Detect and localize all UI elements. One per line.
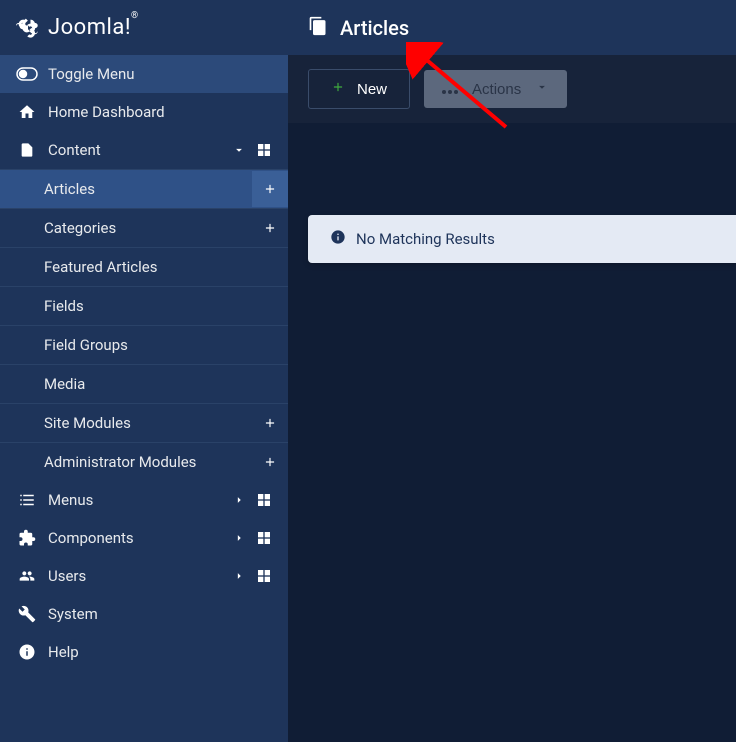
components-label: Components: [48, 529, 232, 547]
sidebar-item-users[interactable]: Users: [0, 557, 288, 595]
chevron-right-icon: [232, 531, 246, 545]
sidebar-item-categories[interactable]: Categories: [0, 208, 288, 247]
users-icon: [16, 568, 38, 584]
users-label: Users: [48, 567, 232, 585]
sidebar-item-field-groups[interactable]: Field Groups: [0, 325, 288, 364]
sidebar-item-menus[interactable]: Menus: [0, 481, 288, 519]
content-label: Content: [48, 141, 232, 159]
sidebar-item-content[interactable]: Content: [0, 131, 288, 169]
home-icon: [16, 103, 38, 121]
content-submenu: Articles Categories Featured Articles Fi…: [0, 169, 288, 481]
logo-text: Joomla!®: [48, 15, 139, 40]
grid-icon[interactable]: [256, 530, 272, 546]
plus-icon: [331, 80, 345, 98]
alert-text: No Matching Results: [356, 230, 495, 248]
main-content: Articles New Actions: [288, 0, 736, 742]
sidebar: Joomla!® Toggle Menu Home Dashboard Cont…: [0, 0, 288, 742]
sidebar-item-site-modules[interactable]: Site Modules: [0, 403, 288, 442]
ellipsis-icon: [442, 81, 458, 98]
chevron-right-icon: [232, 569, 246, 583]
no-results-alert: No Matching Results: [308, 215, 736, 263]
toggle-menu-label: Toggle Menu: [48, 65, 272, 83]
chevron-down-icon: [232, 143, 246, 157]
home-label: Home Dashboard: [48, 103, 272, 121]
toggle-icon: [16, 67, 38, 81]
page-title: Articles: [340, 16, 409, 40]
sidebar-item-featured-articles[interactable]: Featured Articles: [0, 247, 288, 286]
toolbar: New Actions: [288, 55, 736, 123]
grid-icon[interactable]: [256, 568, 272, 584]
info-icon: [16, 643, 38, 661]
sidebar-item-components[interactable]: Components: [0, 519, 288, 557]
sidebar-item-media[interactable]: Media: [0, 364, 288, 403]
sidebar-item-articles[interactable]: Articles: [0, 169, 288, 208]
help-label: Help: [48, 643, 272, 661]
plus-icon[interactable]: [252, 405, 288, 441]
logo[interactable]: Joomla!®: [0, 0, 288, 55]
articles-icon: [308, 15, 328, 41]
info-icon: [330, 229, 346, 249]
menus-label: Menus: [48, 491, 232, 509]
actions-button[interactable]: Actions: [424, 70, 567, 108]
file-icon: [16, 141, 38, 159]
chevron-down-icon: [535, 80, 549, 98]
system-label: System: [48, 605, 272, 623]
list-icon: [16, 491, 38, 509]
plus-icon[interactable]: [252, 210, 288, 246]
plus-icon[interactable]: [252, 171, 288, 207]
page-header: Articles: [288, 0, 736, 55]
sidebar-item-fields[interactable]: Fields: [0, 286, 288, 325]
toggle-menu-button[interactable]: Toggle Menu: [0, 55, 288, 93]
grid-icon[interactable]: [256, 142, 272, 158]
sidebar-item-admin-modules[interactable]: Administrator Modules: [0, 442, 288, 481]
puzzle-icon: [16, 529, 38, 547]
plus-icon[interactable]: [252, 444, 288, 480]
new-button[interactable]: New: [308, 69, 410, 109]
content-area: No Matching Results: [288, 123, 736, 742]
grid-icon[interactable]: [256, 492, 272, 508]
joomla-logo-icon: [16, 16, 40, 40]
wrench-icon: [16, 605, 38, 623]
chevron-right-icon: [232, 493, 246, 507]
sidebar-item-system[interactable]: System: [0, 595, 288, 633]
sidebar-item-help[interactable]: Help: [0, 633, 288, 671]
sidebar-item-home[interactable]: Home Dashboard: [0, 93, 288, 131]
